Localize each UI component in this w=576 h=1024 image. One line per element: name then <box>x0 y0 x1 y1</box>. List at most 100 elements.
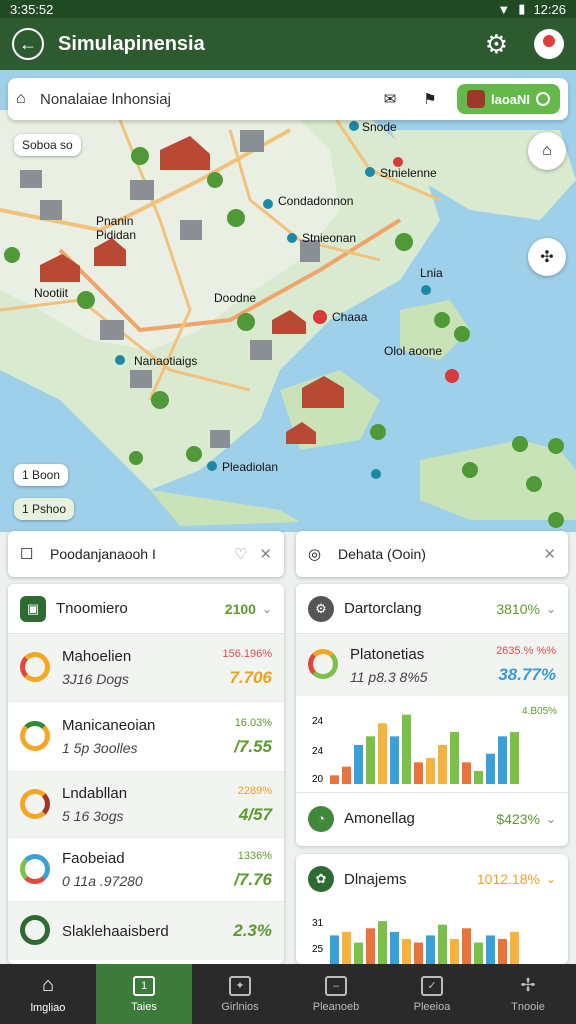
layers-button[interactable]: ⌂ <box>528 132 566 170</box>
nav-item-pleanoeb[interactable]: – Pleanoeb <box>288 964 384 1024</box>
map-label-stnieonan: Stnieonan <box>302 231 357 245</box>
list-item[interactable]: Mahoelien 3J16 Dogs 156.196% 7.706 <box>8 634 284 702</box>
heart-icon[interactable]: ♡ <box>234 545 247 563</box>
layer-toggle-button[interactable]: laoaNI <box>456 84 560 114</box>
row-sub: 1 5p 3oolles <box>62 740 138 756</box>
chevron-down-icon[interactable]: ⌄ <box>546 812 556 826</box>
toggle-indicator <box>536 92 550 106</box>
right-panel-value: 3810% <box>496 600 540 617</box>
left-panel-header[interactable]: ▣ Tnoomiero 2100 ⌄ <box>8 584 284 634</box>
map-pin-icon <box>20 853 52 886</box>
right-panel-title: Dartorclang <box>344 600 422 617</box>
close-icon[interactable]: ✕ <box>543 545 556 563</box>
gear-badge-icon <box>20 915 52 947</box>
chevron-down-icon[interactable]: ⌄ <box>546 872 556 886</box>
arrow-left-icon: ← <box>19 33 37 54</box>
nav-label: Tnooie <box>511 1001 545 1013</box>
chart-bar <box>450 732 459 784</box>
close-icon[interactable]: ✕ <box>259 545 272 563</box>
gear-icon[interactable]: ⚙ <box>485 29 508 60</box>
chart-bar <box>474 942 483 964</box>
right-panel-2-value: 1012.18% <box>476 871 540 887</box>
bar-chart-1: 24 24 20 4.B05% <box>312 706 557 785</box>
map-view[interactable]: Soboa so ⌂ ✣ Snode Stnielenne Condadonno… <box>0 70 576 532</box>
settings-icon: ⚙ <box>308 595 334 622</box>
leaf-icon: ✿ <box>308 866 334 892</box>
locate-button[interactable]: ✣ <box>528 238 566 276</box>
right-panel-header[interactable]: ⚙ Dartorclang 3810% ⌄ <box>296 584 568 634</box>
chart-bar <box>414 762 423 784</box>
chart-bar <box>342 931 351 964</box>
nav-label: Pleeioa <box>413 1000 451 1013</box>
left-panel-title: Tnoomiero <box>56 600 128 617</box>
right-panel-2-header[interactable]: ✿ Dlnajems 1012.18% ⌄ <box>296 854 568 904</box>
chart-bar <box>354 745 363 784</box>
chart-bar <box>498 939 507 964</box>
nav-item-girlnios[interactable]: ✦ Girlnios <box>192 964 288 1024</box>
map-canvas <box>0 109 576 528</box>
search-input[interactable]: Nonalaiae lnhonsiaj <box>40 91 377 108</box>
list-item[interactable]: Slaklehaaisberd 2.3% <box>8 902 284 960</box>
nav-item-tnooie[interactable]: ✢ Tnooie <box>480 964 576 1024</box>
nav-label: Girlnios <box>221 1000 259 1013</box>
list-item[interactable]: Manicaneoian 1 5p 3oolles 16.03% /7.55 <box>8 702 284 772</box>
row-name: Mahoelien <box>62 648 132 665</box>
footer-value: $423% <box>496 810 540 827</box>
map-label-condadonnon: Condadonnon <box>278 194 354 208</box>
chart-bar <box>342 766 351 784</box>
back-button[interactable]: ← <box>12 28 44 60</box>
right-panel-chart: ✿ Dlnajems 1012.18% ⌄ 31 25 <box>296 854 568 964</box>
flame-icon <box>20 788 52 821</box>
map-pill-top: Soboa so <box>22 138 73 152</box>
map-label-doodne: Doodne <box>214 291 257 305</box>
chart-bar <box>330 935 339 964</box>
map-label-nanaotiaigs: Nanaotiaigs <box>134 354 198 368</box>
gauge-icon <box>308 649 340 681</box>
ring-icon <box>20 720 52 753</box>
signal-icon: ▼ <box>497 1 511 17</box>
filter-card-right[interactable]: ◎ Dehata (Ooin) ✕ <box>296 531 568 577</box>
battery-icon: ▮ <box>518 1 526 16</box>
map-pill-boon[interactable]: 1 Boon <box>14 464 69 486</box>
chart-bar <box>414 942 423 964</box>
map-label-pididan: Pnanin Pididan <box>96 214 137 242</box>
chart-bar <box>498 736 507 784</box>
chart-bar <box>450 939 459 964</box>
search-bar[interactable]: ⌂ Nonalaiae lnhonsiaj ✉ ⚑ laoaNI <box>8 78 568 120</box>
row-pct: 156.196% <box>222 647 272 660</box>
y-tick: 25 <box>312 944 324 955</box>
left-panel: ▣ Tnoomiero 2100 ⌄ Mahoelien 3J16 Dogs 1… <box>8 584 284 964</box>
chevron-down-icon[interactable]: ⌄ <box>262 602 272 616</box>
map-icon: ✦ <box>229 975 251 996</box>
nav-item-home[interactable]: ⌂ lmgliao <box>0 964 96 1024</box>
pin-icon[interactable]: ⚑ <box>417 89 443 109</box>
right-panel-footer[interactable]: ◔ Amonellag $423% ⌄ <box>296 792 568 844</box>
list-item[interactable]: Faobeiad 0 11a .97280 1336% /7.76 <box>8 838 284 902</box>
row-value: /7.55 <box>234 736 272 756</box>
row-name: Slaklehaaisberd <box>62 922 169 940</box>
chart-bar <box>486 935 495 964</box>
chevron-down-icon[interactable]: ⌄ <box>546 602 556 616</box>
avatar[interactable] <box>534 29 564 59</box>
map-label-snode: Snode <box>362 120 397 134</box>
map-pill-pshoo[interactable]: 1 Pshoo <box>14 498 75 520</box>
list-item[interactable]: Lndabllan 5 16 3ogs 2289% 4/57 <box>8 772 284 838</box>
chart-bar <box>426 758 435 784</box>
row-sub: 5 16 3ogs <box>62 808 124 824</box>
chart-bar <box>510 732 519 784</box>
y-tick: 24 <box>312 746 324 757</box>
metric-row[interactable]: Platonetias 11 p8.3 8%5 2635.% %% 38.77% <box>296 634 568 696</box>
filter-card-left[interactable]: ☐ Poodanjanaooh I ♡ ✕ <box>8 531 284 577</box>
check-box-icon: ✓ <box>421 975 443 996</box>
nav-item-tasks[interactable]: 1 Taies <box>96 964 192 1024</box>
chart-bar <box>462 762 471 784</box>
map-pill-bottom-2: 1 Pshoo <box>22 502 67 516</box>
nav-item-pleeioa[interactable]: ✓ Pleeioa <box>384 964 480 1024</box>
status-time: 3:35:52 <box>10 1 54 17</box>
puzzle-icon: ✢ <box>520 975 536 995</box>
chart-bar <box>486 753 495 784</box>
right-panel-2-title: Dlnajems <box>344 870 407 888</box>
chart-bar <box>426 935 435 964</box>
inbox-icon[interactable]: ✉ <box>377 89 403 109</box>
map-count-pill[interactable]: Soboa so <box>14 134 81 156</box>
